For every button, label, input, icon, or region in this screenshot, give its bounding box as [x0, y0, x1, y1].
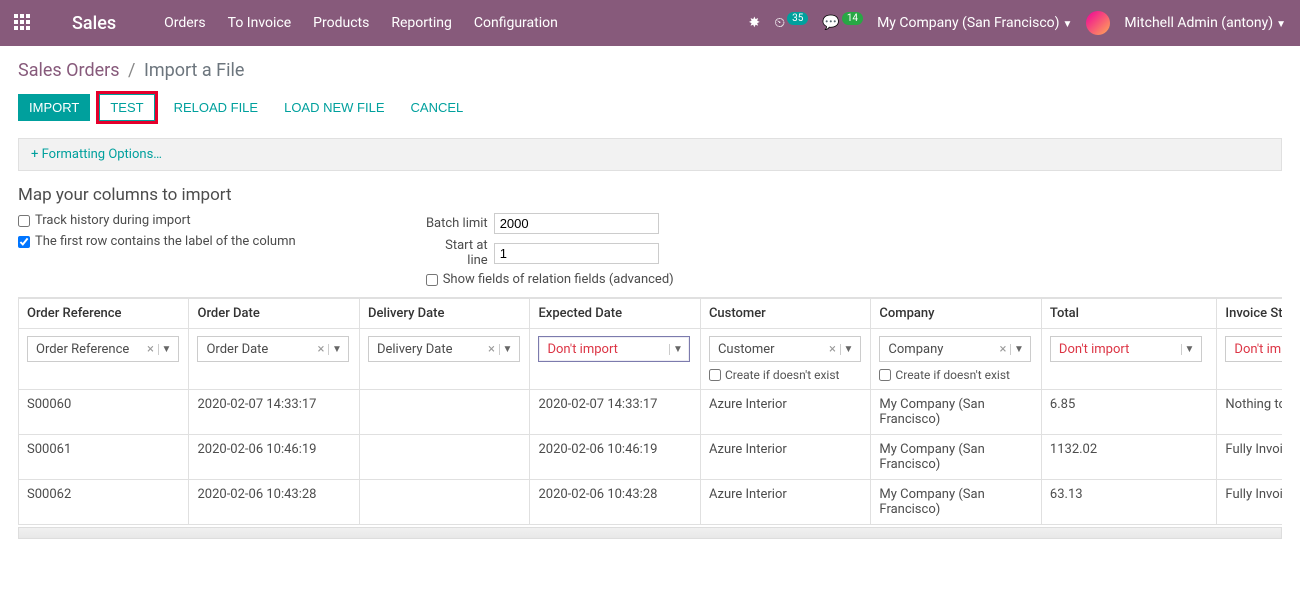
horizontal-scrollbar[interactable]: [18, 527, 1282, 539]
avatar: [1086, 11, 1110, 35]
cell: 1132.02: [1041, 435, 1217, 480]
table-row: S000602020-02-07 14:33:172020-02-07 14:3…: [19, 390, 1283, 435]
cell: My Company (San Francisco): [871, 390, 1041, 435]
import-options: Track history during import The first ro…: [18, 213, 1282, 287]
chevron-down-icon[interactable]: ▼: [1181, 344, 1197, 355]
clear-icon[interactable]: ×: [318, 342, 325, 357]
cell: 6.85: [1041, 390, 1217, 435]
nav-right: ✸ ⏲35 💬14 My Company (San Francisco)▼ Mi…: [748, 11, 1286, 35]
column-mapping-select[interactable]: Don't import▼: [1225, 336, 1282, 362]
create-if-missing-checkbox[interactable]: Create if doesn't exist: [709, 368, 862, 382]
chevron-down-icon[interactable]: ▼: [840, 344, 856, 355]
clear-icon[interactable]: ×: [999, 342, 1006, 357]
column-mapping-select[interactable]: Order Date×▼: [197, 336, 349, 362]
column-header: Invoice Status: [1217, 299, 1282, 329]
cell: 2020-02-06 10:46:19: [530, 435, 700, 480]
page-title: Map your columns to import: [18, 185, 1282, 205]
column-header: Delivery Date: [359, 299, 529, 329]
chevron-down-icon[interactable]: ▼: [499, 344, 515, 355]
cell: 2020-02-07 14:33:17: [189, 390, 359, 435]
company-switcher[interactable]: My Company (San Francisco)▼: [877, 15, 1072, 31]
cell: My Company (San Francisco): [871, 435, 1041, 480]
breadcrumb-root[interactable]: Sales Orders: [18, 60, 120, 81]
breadcrumb-current: Import a File: [144, 60, 244, 81]
nav-products[interactable]: Products: [313, 15, 369, 31]
cell: [359, 480, 529, 525]
chevron-down-icon[interactable]: ▼: [1010, 344, 1026, 355]
clear-icon[interactable]: ×: [147, 342, 154, 357]
clear-icon[interactable]: ×: [829, 342, 836, 357]
chevron-down-icon: ▼: [1276, 19, 1286, 30]
column-mapping-select[interactable]: Customer×▼: [709, 336, 861, 362]
cell: Azure Interior: [700, 435, 870, 480]
nav-toinvoice[interactable]: To Invoice: [228, 15, 292, 31]
show-relation-checkbox[interactable]: [426, 274, 438, 286]
bug-icon[interactable]: ✸: [748, 15, 760, 31]
column-header: Expected Date: [530, 299, 700, 329]
cell: My Company (San Francisco): [871, 480, 1041, 525]
test-button[interactable]: Test: [99, 94, 154, 121]
cell: Fully Invoiced: [1217, 435, 1282, 480]
cancel-button[interactable]: Cancel: [401, 95, 474, 120]
start-line-input[interactable]: [494, 243, 659, 264]
column-header: Order Reference: [19, 299, 189, 329]
cell: S00062: [19, 480, 189, 525]
column-mapping-select[interactable]: Don't import▼: [538, 336, 690, 362]
cell: [359, 390, 529, 435]
track-history-checkbox[interactable]: Track history during import: [18, 213, 296, 228]
create-if-missing-checkbox[interactable]: Create if doesn't exist: [879, 368, 1032, 382]
top-navbar: Sales Orders To Invoice Products Reporti…: [0, 0, 1300, 46]
nav-configuration[interactable]: Configuration: [474, 15, 558, 31]
column-mapping-select[interactable]: Company×▼: [879, 336, 1031, 362]
action-buttons: Import Test Reload File Load New File Ca…: [18, 91, 1282, 124]
apps-icon[interactable]: [14, 14, 32, 32]
nav-reporting[interactable]: Reporting: [391, 15, 452, 31]
import-table-wrap[interactable]: Order ReferenceOrder DateDelivery DateEx…: [18, 297, 1282, 525]
chat-icon[interactable]: 💬14: [822, 15, 863, 31]
cell: 2020-02-07 14:33:17: [530, 390, 700, 435]
column-mapping-select[interactable]: Order Reference×▼: [27, 336, 179, 362]
column-header: Total: [1041, 299, 1217, 329]
breadcrumb: Sales Orders / Import a File: [18, 60, 1282, 81]
cell: S00060: [19, 390, 189, 435]
cell: Nothing to Invoice: [1217, 390, 1282, 435]
firstrow-checkbox[interactable]: The first row contains the label of the …: [18, 234, 296, 249]
formatting-options[interactable]: + Formatting Options…: [18, 138, 1282, 171]
column-mapping-select[interactable]: Don't import▼: [1050, 336, 1202, 362]
reload-file-button[interactable]: Reload File: [164, 95, 269, 120]
clock-icon[interactable]: ⏲35: [774, 15, 808, 31]
brand[interactable]: Sales: [72, 13, 116, 34]
column-header: Company: [871, 299, 1041, 329]
cell: [359, 435, 529, 480]
cell: Fully Invoiced: [1217, 480, 1282, 525]
load-new-file-button[interactable]: Load New File: [274, 95, 394, 120]
import-button[interactable]: Import: [18, 94, 90, 121]
import-table: Order ReferenceOrder DateDelivery DateEx…: [18, 298, 1282, 525]
column-header: Order Date: [189, 299, 359, 329]
cell: 2020-02-06 10:43:28: [530, 480, 700, 525]
column-header: Customer: [700, 299, 870, 329]
chevron-down-icon[interactable]: ▼: [669, 344, 685, 355]
cell: S00061: [19, 435, 189, 480]
cell: Azure Interior: [700, 480, 870, 525]
cell: 2020-02-06 10:43:28: [189, 480, 359, 525]
clear-icon[interactable]: ×: [488, 342, 495, 357]
nav-orders[interactable]: Orders: [164, 15, 206, 31]
cell: Azure Interior: [700, 390, 870, 435]
table-row: S000622020-02-06 10:43:282020-02-06 10:4…: [19, 480, 1283, 525]
cell: 63.13: [1041, 480, 1217, 525]
table-row: S000612020-02-06 10:46:192020-02-06 10:4…: [19, 435, 1283, 480]
user-menu[interactable]: Mitchell Admin (antony)▼: [1124, 15, 1286, 31]
test-highlight: Test: [96, 91, 157, 124]
chevron-down-icon[interactable]: ▼: [328, 344, 344, 355]
column-mapping-select[interactable]: Delivery Date×▼: [368, 336, 520, 362]
cell: 2020-02-06 10:46:19: [189, 435, 359, 480]
nav-links: Orders To Invoice Products Reporting Con…: [164, 15, 558, 31]
chevron-down-icon[interactable]: ▼: [158, 344, 174, 355]
chevron-down-icon: ▼: [1063, 19, 1073, 30]
batch-limit-input[interactable]: [494, 213, 659, 234]
